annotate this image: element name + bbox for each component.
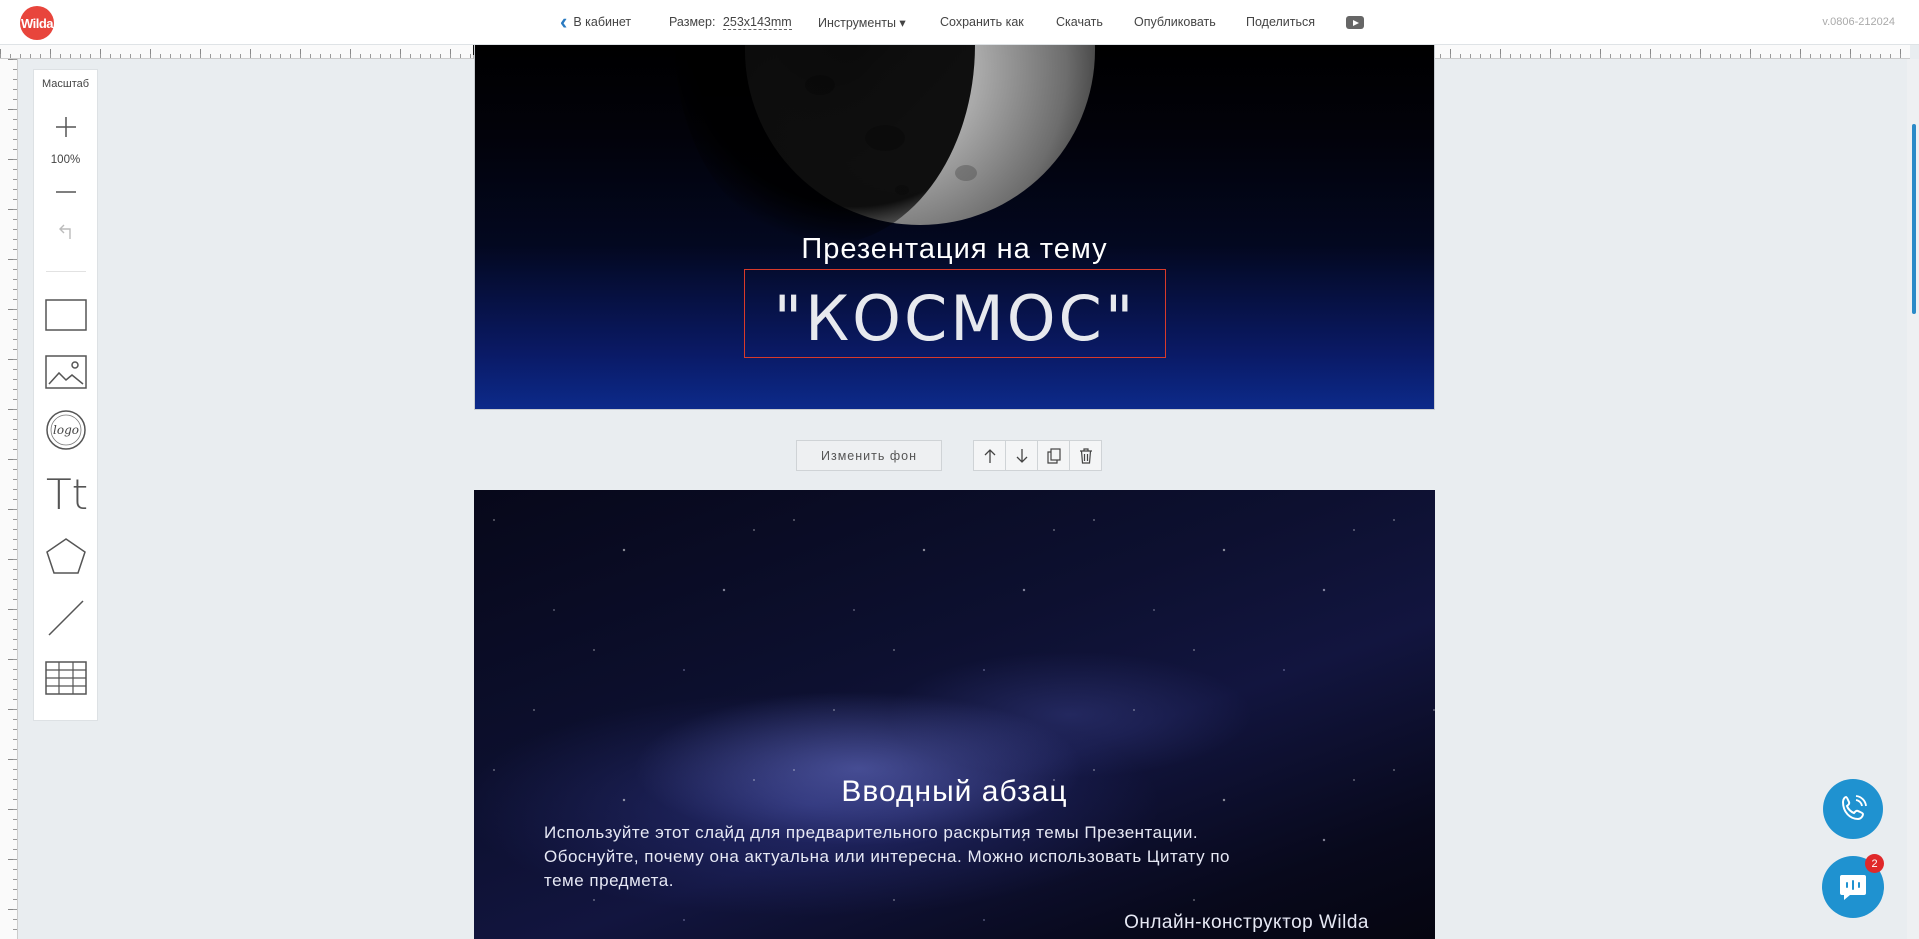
add-image-tool[interactable] [34,352,97,392]
tool-divider [46,271,86,272]
copy-icon [1046,447,1061,464]
version-label: v.0806-212024 [1822,16,1895,28]
logo-icon: logo [45,410,86,450]
text-icon: Tt [46,471,88,515]
slide-2-footer[interactable]: Онлайн-конструктор Wilda [1124,912,1369,934]
phone-icon [1841,795,1867,821]
add-line-tool[interactable] [34,598,97,638]
zoom-out-button[interactable] [34,182,97,202]
slide-2[interactable]: Вводный абзац Используйте этот слайд для… [474,490,1435,939]
tools-menu[interactable]: Инструменты ▾ [818,15,906,30]
move-slide-up-button[interactable] [973,440,1006,471]
back-to-cabinet-link[interactable]: ‹ В кабинет [560,9,632,34]
scale-label: Масштаб [41,78,90,90]
top-bar: Wilda ‹ В кабинет Размер: 253x143mm Инст… [0,0,1919,45]
arrow-up-icon [984,448,995,463]
delete-slide-button[interactable] [1069,440,1102,471]
chat-icon [1840,875,1866,900]
vertical-scrollbar[interactable] [1907,59,1919,939]
line-icon [47,600,84,636]
moon-crater [955,165,977,181]
rectangle-icon [44,299,87,331]
table-icon [44,661,87,695]
call-button[interactable] [1823,779,1883,839]
size-label: Размер: [669,15,716,29]
image-icon [44,355,87,389]
scrollbar-thumb[interactable] [1912,124,1916,314]
slide-2-body[interactable]: Используйте этот слайд для предварительн… [544,821,1264,893]
zoom-in-button[interactable] [34,112,97,142]
zoom-value: 100% [50,154,81,166]
undo-button[interactable] [34,220,97,242]
size-control[interactable]: Размер: 253x143mm [669,15,792,30]
add-logo-tool[interactable]: logo [34,408,97,452]
minus-icon [55,191,76,193]
top-nav: ‹ В кабинет Размер: 253x143mm Инструмент… [0,0,1919,45]
undo-icon [58,224,71,239]
slide-1-subtitle[interactable]: Презентация на тему [475,233,1434,266]
slide-1-title[interactable]: "КОСМОС" [745,282,1165,355]
pentagon-icon [45,538,86,574]
slide-1-title-selection[interactable]: "КОСМОС" [744,269,1166,358]
add-rectangle-tool[interactable] [34,295,97,335]
add-table-tool[interactable] [34,658,97,698]
publish-button[interactable]: Опубликовать [1134,15,1216,29]
slide-2-title[interactable]: Вводный абзац [474,775,1435,809]
arrow-down-icon [1016,448,1027,463]
chat-unread-badge: 2 [1865,854,1884,873]
slide-controls [973,440,1102,471]
plus-icon [55,117,76,137]
video-tutorial-icon[interactable] [1346,16,1364,29]
chevron-left-icon: ‹ [560,9,568,34]
back-to-cabinet-label: В кабинет [573,15,632,29]
slide-1[interactable]: Презентация на тему "КОСМОС" [474,45,1435,410]
trash-icon [1079,447,1092,464]
tool-panel: Масштаб 100% logo Tt [33,69,98,721]
save-as-button[interactable]: Сохранить как [940,15,1024,29]
svg-text:Tt: Tt [46,471,88,515]
size-value[interactable]: 253x143mm [722,15,792,30]
change-background-button[interactable]: Изменить фон [796,440,942,471]
vertical-ruler [0,59,18,939]
share-button[interactable]: Поделиться [1246,15,1315,29]
duplicate-slide-button[interactable] [1037,440,1070,471]
download-button[interactable]: Скачать [1056,15,1103,29]
add-text-tool[interactable]: Tt [34,470,97,516]
move-slide-down-button[interactable] [1005,440,1038,471]
svg-text:logo: logo [53,423,79,437]
add-polygon-tool[interactable] [34,536,97,576]
